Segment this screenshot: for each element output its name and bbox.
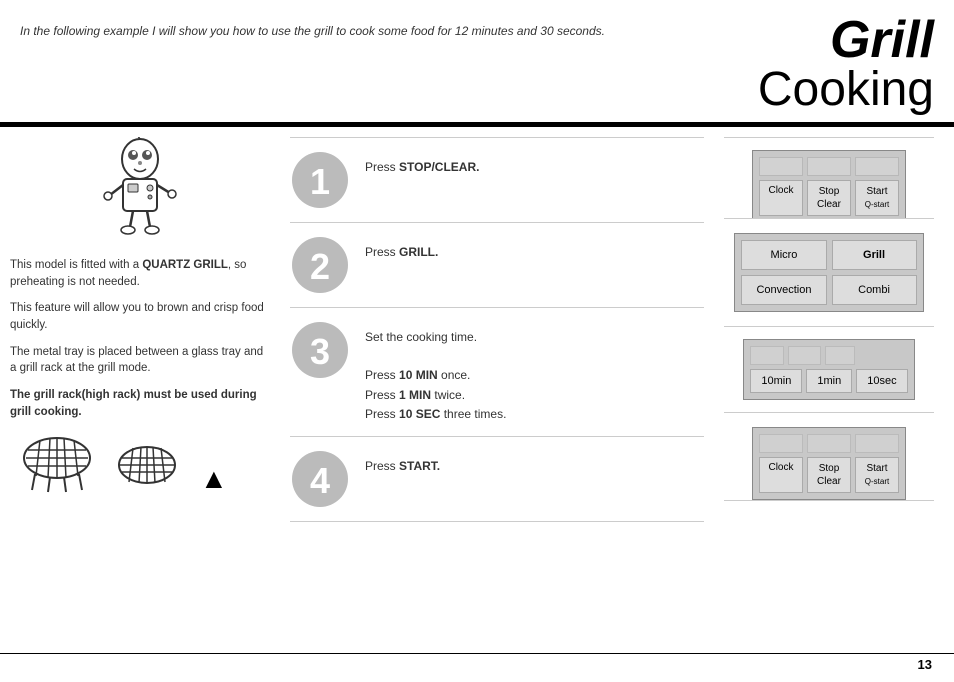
arrow-up-icon: ▲ <box>200 463 228 495</box>
btn-placeholder-2 <box>807 157 851 176</box>
left-text-1: This model is fitted with a QUARTZ GRILL… <box>10 257 270 290</box>
step-3-text: Set the cooking time. Press 10 MIN once.… <box>365 320 506 424</box>
panel-4-main-row: Clock StopClear StartQ-start <box>759 457 899 493</box>
step-1-row: 1 Press STOP/CLEAR. <box>290 137 704 223</box>
step-1-badge: 1 <box>290 150 350 210</box>
step-3-badge: 3 <box>290 320 350 380</box>
btn-ph-8 <box>807 434 851 453</box>
step-4-number: 4 <box>290 449 350 509</box>
btn-ph-4 <box>750 346 783 365</box>
btn-10min[interactable]: 10min <box>750 369 802 393</box>
btn-grill[interactable]: Grill <box>832 240 917 270</box>
btn-ph-5 <box>788 346 821 365</box>
rack-2-icon <box>115 440 180 495</box>
panel-1: Clock StopClear StartQ-start <box>752 150 906 220</box>
clear-label: Clear <box>817 476 841 487</box>
step-4-badge: 4 <box>290 449 350 509</box>
rack-1 <box>20 430 95 495</box>
left-text-4: The grill rack(high rack) must be used d… <box>10 387 270 420</box>
btn-placeholder-1 <box>759 157 803 176</box>
title-block: Grill Cooking <box>758 14 934 114</box>
panel-4: Clock StopClear StartQ-start <box>752 427 906 500</box>
left-text-2: This feature will allow you to brown and… <box>10 300 270 333</box>
panel-3-middle: 10min 1min 10sec <box>750 369 907 393</box>
btn-stop-clear-4[interactable]: StopClear <box>807 457 851 493</box>
left-text-3: The metal tray is placed between a glass… <box>10 344 270 377</box>
btn-ph-6 <box>825 346 855 365</box>
btn-ph-9 <box>855 434 899 453</box>
header-intro: In the following example I will show you… <box>20 14 605 38</box>
rack-2 <box>115 440 180 495</box>
robot-icon <box>95 137 185 247</box>
panel-2-container: Micro Grill Convection Combi <box>724 219 934 327</box>
step-2-badge: 2 <box>290 235 350 295</box>
left-column: This model is fitted with a QUARTZ GRILL… <box>10 137 280 522</box>
main-content: This model is fitted with a QUARTZ GRILL… <box>0 127 954 522</box>
btn-micro[interactable]: Micro <box>741 240 826 270</box>
bottom-divider <box>0 653 954 654</box>
btn-stop-clear-1[interactable]: StopClear <box>807 180 851 216</box>
title-cooking: Cooking <box>758 66 934 114</box>
btn-placeholder-3 <box>855 157 899 176</box>
step-2-number: 2 <box>290 235 350 295</box>
step-2-text: Press GRILL. <box>365 235 438 262</box>
svg-text:2: 2 <box>310 246 330 287</box>
btn-ph-7 <box>759 434 803 453</box>
grill-racks: ▲ <box>10 430 270 495</box>
svg-text:4: 4 <box>310 460 330 501</box>
panel-1-bottom-row: Clock StopClear StartQ-start <box>759 180 899 216</box>
rack-1-icon <box>20 430 95 495</box>
panel-4-container: Clock StopClear StartQ-start <box>724 413 934 501</box>
steps-column: 1 Press STOP/CLEAR. 2 Press GRILL. <box>280 137 714 522</box>
step-1-number: 1 <box>290 150 350 210</box>
robot-figure <box>10 137 270 247</box>
header: In the following example I will show you… <box>0 0 954 122</box>
step-4-text: Press START. <box>365 449 440 476</box>
panel-3: 10min 1min 10sec <box>743 339 914 400</box>
svg-text:3: 3 <box>310 331 330 372</box>
panel-2: Micro Grill Convection Combi <box>734 233 923 312</box>
svg-text:1: 1 <box>310 161 330 202</box>
btn-start-1[interactable]: StartQ-start <box>855 180 899 216</box>
panel-1-top-row <box>759 157 899 176</box>
btn-clock-4[interactable]: Clock <box>759 457 803 493</box>
btn-combi[interactable]: Combi <box>832 275 917 305</box>
panel-4-top <box>759 434 899 453</box>
right-column: Clock StopClear StartQ-start Micro Grill… <box>714 137 934 522</box>
btn-convection[interactable]: Convection <box>741 275 826 305</box>
btn-1min[interactable]: 1min <box>806 369 852 393</box>
panel-1-container: Clock StopClear StartQ-start <box>724 137 934 219</box>
step-3-number: 3 <box>290 320 350 380</box>
btn-start-4[interactable]: StartQ-start <box>855 457 899 493</box>
step-3-row: 3 Set the cooking time. Press 10 MIN onc… <box>290 308 704 437</box>
title-grill: Grill <box>758 14 934 66</box>
btn-clock-1[interactable]: Clock <box>759 180 803 216</box>
panel-3-container: 10min 1min 10sec <box>724 327 934 413</box>
step-2-row: 2 Press GRILL. <box>290 223 704 308</box>
panel-3-top <box>750 346 907 365</box>
step-1-text: Press STOP/CLEAR. <box>365 150 479 177</box>
btn-10sec[interactable]: 10sec <box>856 369 907 393</box>
page-number: 13 <box>918 657 932 672</box>
step-4-row: 4 Press START. <box>290 437 704 522</box>
